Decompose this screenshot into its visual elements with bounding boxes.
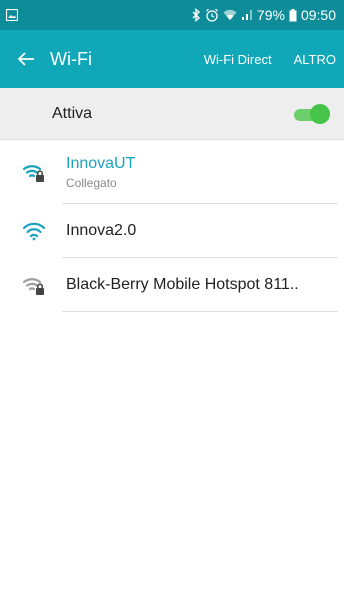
battery-percent: 79%	[256, 7, 285, 23]
network-list: InnovaUT Collegato Innova2.0 Black-Berry…	[0, 140, 344, 312]
status-bar: 79% 09:50	[0, 0, 344, 30]
page-title: Wi-Fi	[50, 48, 92, 69]
app-bar: Wi-Fi Wi-Fi Direct ALTRO	[0, 30, 344, 88]
signal-icon	[241, 9, 253, 21]
wifi-weak-lock-icon	[22, 273, 46, 297]
battery-icon	[289, 8, 297, 22]
bluetooth-icon	[191, 8, 201, 22]
clock: 09:50	[300, 7, 336, 23]
network-item-innovaut[interactable]: InnovaUT Collegato	[0, 140, 344, 204]
wifi-status-icon	[223, 9, 237, 21]
network-status: Collegato	[66, 175, 117, 190]
wifi-lock-icon	[22, 160, 46, 184]
alarm-icon	[205, 8, 219, 22]
wifi-direct-button[interactable]: Wi-Fi Direct	[204, 52, 272, 67]
divider	[62, 311, 338, 312]
network-item-innova2-0[interactable]: Innova2.0	[0, 204, 344, 258]
network-name: Black-Berry Mobile Hotspot 811..	[66, 276, 299, 293]
wifi-toggle[interactable]	[292, 103, 330, 125]
master-switch-label: Attiva	[52, 104, 93, 122]
network-name: InnovaUT	[66, 154, 136, 172]
back-button[interactable]	[12, 45, 40, 73]
toggle-thumb	[310, 103, 330, 124]
image-icon	[6, 9, 18, 21]
wifi-icon	[22, 219, 46, 243]
arrow-left-icon	[17, 52, 34, 66]
network-item-blackberry-hotspot[interactable]: Black-Berry Mobile Hotspot 811..	[0, 258, 344, 312]
wifi-master-switch-row[interactable]: Attiva	[0, 88, 344, 140]
more-button[interactable]: ALTRO	[294, 52, 336, 67]
network-name: Innova2.0	[66, 222, 137, 239]
